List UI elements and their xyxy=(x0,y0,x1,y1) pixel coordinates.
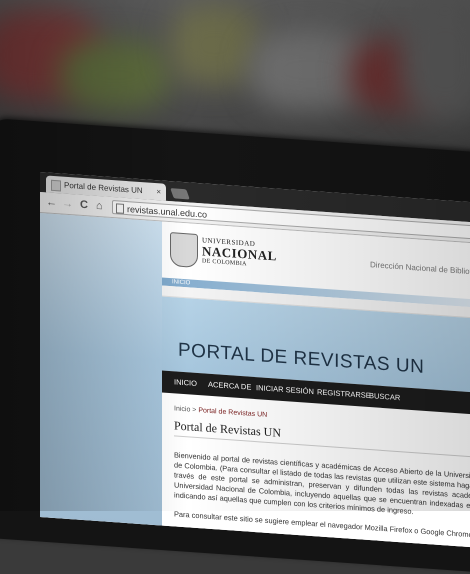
home-icon[interactable]: ⌂ xyxy=(96,199,103,213)
library-directorate-link[interactable]: Dirección Nacional de Bibliotecas xyxy=(370,260,470,277)
university-logo[interactable]: UNIVERSIDAD NACIONAL DE COLOMBIA xyxy=(170,230,290,278)
tab-title: Portal de Revistas UN xyxy=(64,180,143,196)
web-page: UNIVERSIDAD NACIONAL DE COLOMBIA Direcci… xyxy=(40,213,470,548)
new-tab-button[interactable] xyxy=(170,188,190,200)
page-favicon-icon xyxy=(51,179,61,192)
forward-arrow-icon[interactable]: → xyxy=(62,197,73,212)
breadcrumb-current[interactable]: Portal de Revistas UN xyxy=(198,407,267,419)
close-icon[interactable]: × xyxy=(156,183,161,200)
url-text: revistas.unal.edu.co xyxy=(127,204,208,220)
banner-title: PORTAL DE REVISTAS UN xyxy=(178,339,425,378)
page-content: UNIVERSIDAD NACIONAL DE COLOMBIA Direcci… xyxy=(162,221,470,548)
page-icon xyxy=(116,203,124,214)
back-arrow-icon[interactable]: ← xyxy=(46,195,57,210)
nav-item-iniciar-sesion[interactable]: INICIAR SESIÓN xyxy=(256,377,314,403)
reload-icon[interactable]: C xyxy=(80,198,88,213)
left-sidebar-background xyxy=(40,213,162,532)
nav-item-inicio[interactable]: INICIO xyxy=(174,371,197,395)
breadcrumb-home[interactable]: Inicio xyxy=(174,405,190,413)
browser-screen: Portal de Revistas UN × ← → C ⌂ revistas… xyxy=(40,172,470,548)
nav-item-registrarse[interactable]: REGISTRARSE xyxy=(317,381,371,407)
nav-item-acerca-de[interactable]: ACERCA DE xyxy=(208,374,251,399)
nav-item-buscar[interactable]: BUSCAR xyxy=(369,385,400,409)
breadcrumb: Inicio > Portal de Revistas UN xyxy=(174,405,267,419)
crest-icon xyxy=(170,232,198,269)
